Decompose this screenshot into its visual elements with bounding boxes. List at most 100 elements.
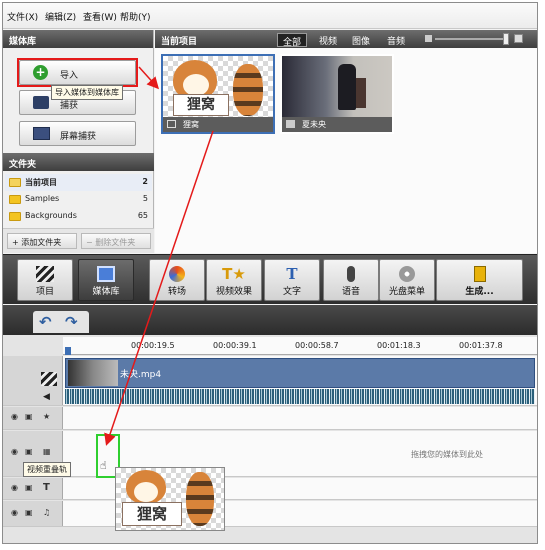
fox-mascot-face bbox=[134, 482, 158, 502]
video-track-body[interactable]: 未央.mp4 bbox=[63, 356, 537, 405]
music-track-row: ◉ ▣ ♫ bbox=[3, 501, 537, 527]
folder-actions: + 添加文件夹 − 删除文件夹 bbox=[3, 228, 154, 253]
video-frame-image bbox=[338, 64, 356, 110]
folder-name: Samples bbox=[25, 194, 60, 203]
fox-tail-image bbox=[186, 472, 214, 526]
video-clip[interactable]: 未央.mp4 bbox=[65, 358, 535, 388]
tool-produce[interactable]: 生成... bbox=[436, 259, 523, 301]
clapperboard-icon bbox=[41, 372, 57, 386]
menu-bar: 文件(X) 编辑(Z) 查看(W) 帮助(Y) bbox=[3, 3, 537, 29]
drag-sign: 狸窝 bbox=[122, 502, 182, 526]
app-window: 文件(X) 编辑(Z) 查看(W) 帮助(Y) 媒体库 + 导入 捕获 导入媒体… bbox=[2, 2, 538, 544]
playhead-marker[interactable] bbox=[65, 347, 71, 355]
tool-label: 文字 bbox=[282, 287, 301, 297]
effects-track-header: ◉ ▣ ★ bbox=[3, 407, 63, 429]
media-library-panel: 媒体库 + 导入 捕获 导入媒体到媒体库 屏幕捕获 文件夹 当前项目 2 Sam… bbox=[3, 30, 154, 253]
media-title: 当前项目 bbox=[161, 37, 198, 47]
time-ruler[interactable]: 00:00:19.5 00:00:39.1 00:00:58.7 00:01:1… bbox=[63, 337, 537, 355]
monitor-icon bbox=[33, 127, 50, 140]
menu-view[interactable]: 查看(W) bbox=[83, 10, 117, 23]
fox-tail-image bbox=[233, 64, 263, 116]
music-track-header: ◉ ▣ ♫ bbox=[3, 501, 63, 526]
overlay-track-tooltip: 视频重叠轨 bbox=[23, 462, 71, 477]
tick-label: 00:00:58.7 bbox=[295, 341, 339, 350]
tool-text[interactable]: T 文字 bbox=[264, 259, 320, 301]
tool-voice[interactable]: 语音 bbox=[323, 259, 379, 301]
zoom-in-icon[interactable] bbox=[514, 34, 523, 43]
media-caption-text: 夏未央 bbox=[302, 120, 326, 129]
produce-icon bbox=[473, 266, 486, 282]
minus-icon: − bbox=[86, 238, 93, 247]
audio-waveform[interactable] bbox=[65, 389, 535, 404]
text-track-row: ◉ ▣ T bbox=[3, 478, 537, 500]
menu-edit[interactable]: 编辑(Z) bbox=[45, 10, 76, 23]
image-type-icon bbox=[167, 120, 176, 128]
tick-label: 00:00:19.5 bbox=[131, 341, 175, 350]
video-effects-icon: T★ bbox=[222, 265, 246, 283]
video-track-header: ◀ bbox=[3, 356, 63, 405]
tool-library[interactable]: 媒体库 bbox=[78, 259, 134, 301]
folder-item-current[interactable]: 当前项目 2 bbox=[5, 174, 152, 191]
drop-hint: 拖拽您的媒体到此处 bbox=[411, 450, 483, 459]
add-folder-button[interactable]: + 添加文件夹 bbox=[7, 233, 77, 249]
lock-icon[interactable]: ▣ bbox=[25, 483, 33, 492]
delete-folder-button[interactable]: − 删除文件夹 bbox=[81, 233, 151, 249]
effects-track-body[interactable] bbox=[63, 407, 537, 429]
speaker-icon[interactable]: ◀ bbox=[43, 392, 50, 402]
video-track-row: ◀ 未央.mp4 bbox=[3, 356, 537, 406]
tool-disc-menu[interactable]: 光盘菜单 bbox=[379, 259, 435, 301]
camera-icon bbox=[33, 96, 49, 109]
undo-icon[interactable]: ↶ bbox=[39, 313, 52, 331]
tool-project[interactable]: 项目 bbox=[17, 259, 73, 301]
thumb-sign: 狸窝 bbox=[173, 94, 229, 116]
clip-thumbnail bbox=[68, 360, 118, 386]
lock-icon[interactable]: ▣ bbox=[25, 447, 33, 456]
eye-icon[interactable]: ◉ bbox=[11, 412, 18, 421]
media-item-liwo[interactable]: 狸窝 狸窝 bbox=[161, 54, 275, 134]
redo-icon[interactable]: ↷ bbox=[65, 313, 78, 331]
screen-capture-label: 屏幕捕获 bbox=[60, 132, 97, 142]
overlay-track-icon: ▦ bbox=[43, 447, 51, 456]
text-track-header: ◉ ▣ T bbox=[3, 478, 63, 499]
clip-name: 未央.mp4 bbox=[120, 370, 162, 380]
main-toolbar: 项目 媒体库 转场 T★ 视频效果 T 文字 语音 光盘菜单 生成... bbox=[3, 254, 537, 304]
lock-icon[interactable]: ▣ bbox=[25, 412, 33, 421]
folder-count: 5 bbox=[142, 194, 148, 203]
effects-track-icon: ★ bbox=[43, 412, 51, 421]
microphone-icon bbox=[347, 266, 355, 282]
eye-icon[interactable]: ◉ bbox=[11, 447, 18, 456]
effects-track-row: ◉ ▣ ★ bbox=[3, 407, 537, 430]
video-frame-figure bbox=[356, 78, 366, 108]
folder-name: Backgrounds bbox=[25, 211, 77, 220]
zoom-out-icon[interactable] bbox=[425, 35, 432, 42]
filter-video[interactable]: 视频 bbox=[314, 33, 342, 47]
thumbnail-size-slider[interactable] bbox=[435, 38, 507, 40]
plus-icon: + bbox=[12, 238, 19, 247]
folder-item-samples[interactable]: Samples 5 bbox=[5, 191, 152, 208]
tool-transitions[interactable]: 转场 bbox=[149, 259, 205, 301]
folder-count: 65 bbox=[137, 211, 148, 220]
slider-handle[interactable] bbox=[503, 33, 509, 45]
media-item-xiaweiyang[interactable]: 夏未央 bbox=[280, 54, 394, 134]
text-icon: T bbox=[286, 265, 298, 283]
folder-count: 2 bbox=[142, 177, 148, 186]
fox-mascot-face bbox=[183, 74, 209, 96]
tool-label: 语音 bbox=[341, 287, 360, 297]
eye-icon[interactable]: ◉ bbox=[11, 508, 18, 517]
menu-help[interactable]: 帮助(Y) bbox=[120, 10, 151, 23]
folder-item-backgrounds[interactable]: Backgrounds 65 bbox=[5, 208, 152, 225]
eye-icon[interactable]: ◉ bbox=[11, 483, 18, 492]
filter-audio[interactable]: 音频 bbox=[382, 33, 410, 47]
tick-label: 00:01:18.3 bbox=[377, 341, 421, 350]
lock-icon[interactable]: ▣ bbox=[25, 508, 33, 517]
folders-title: 文件夹 bbox=[3, 153, 154, 171]
tick-label: 00:00:39.1 bbox=[213, 341, 257, 350]
text-track-icon: T bbox=[43, 482, 50, 493]
screen-capture-button[interactable]: 屏幕捕获 bbox=[19, 121, 136, 146]
drag-cursor-icon: ☝ bbox=[100, 459, 107, 472]
filter-all[interactable]: 全部 bbox=[277, 33, 308, 48]
transition-icon bbox=[169, 266, 185, 282]
tool-video-effects[interactable]: T★ 视频效果 bbox=[206, 259, 262, 301]
menu-file[interactable]: 文件(X) bbox=[7, 10, 38, 23]
filter-image[interactable]: 图像 bbox=[347, 33, 375, 47]
